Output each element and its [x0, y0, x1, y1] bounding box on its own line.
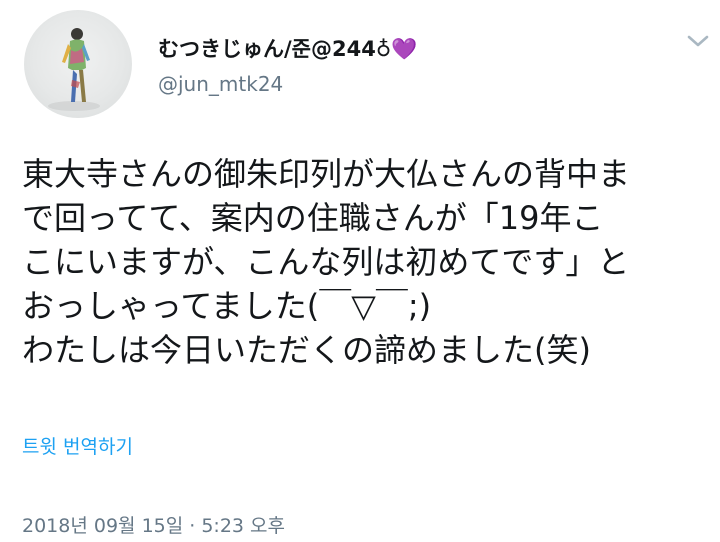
tweet-text-line: 東大寺さんの御朱印列が大仏さんの背中ま: [22, 155, 631, 193]
tweet-text-line: おっしゃってました(￣▽￣;): [22, 287, 432, 325]
translate-tweet-link[interactable]: 트윗 번역하기: [22, 432, 133, 459]
avatar-figure-image: [48, 28, 100, 111]
tweet-text-line: で回ってて、案内の住職さんが「19年こ: [22, 199, 604, 237]
user-handle[interactable]: @jun_mtk24: [158, 72, 283, 96]
tweet-text-line: こにいますが、こんな列は初めてです」と: [22, 243, 630, 281]
tweet-timestamp[interactable]: 2018년 09월 15일 · 5:23 오후: [22, 511, 285, 538]
tweet-text: 東大寺さんの御朱印列が大仏さんの背中ま で回ってて、案内の住職さんが「19年こ …: [22, 152, 708, 372]
tweet-text-line: わたしは今日いただくの諦めました(笑): [22, 331, 591, 369]
avatar[interactable]: [24, 10, 132, 118]
display-name[interactable]: むつきじゅん/준@244♁💜: [158, 36, 417, 62]
chevron-down-icon[interactable]: [684, 30, 712, 52]
tweet-card: むつきじゅん/준@244♁💜 @jun_mtk24 東大寺さんの御朱印列が大仏さ…: [0, 0, 720, 542]
